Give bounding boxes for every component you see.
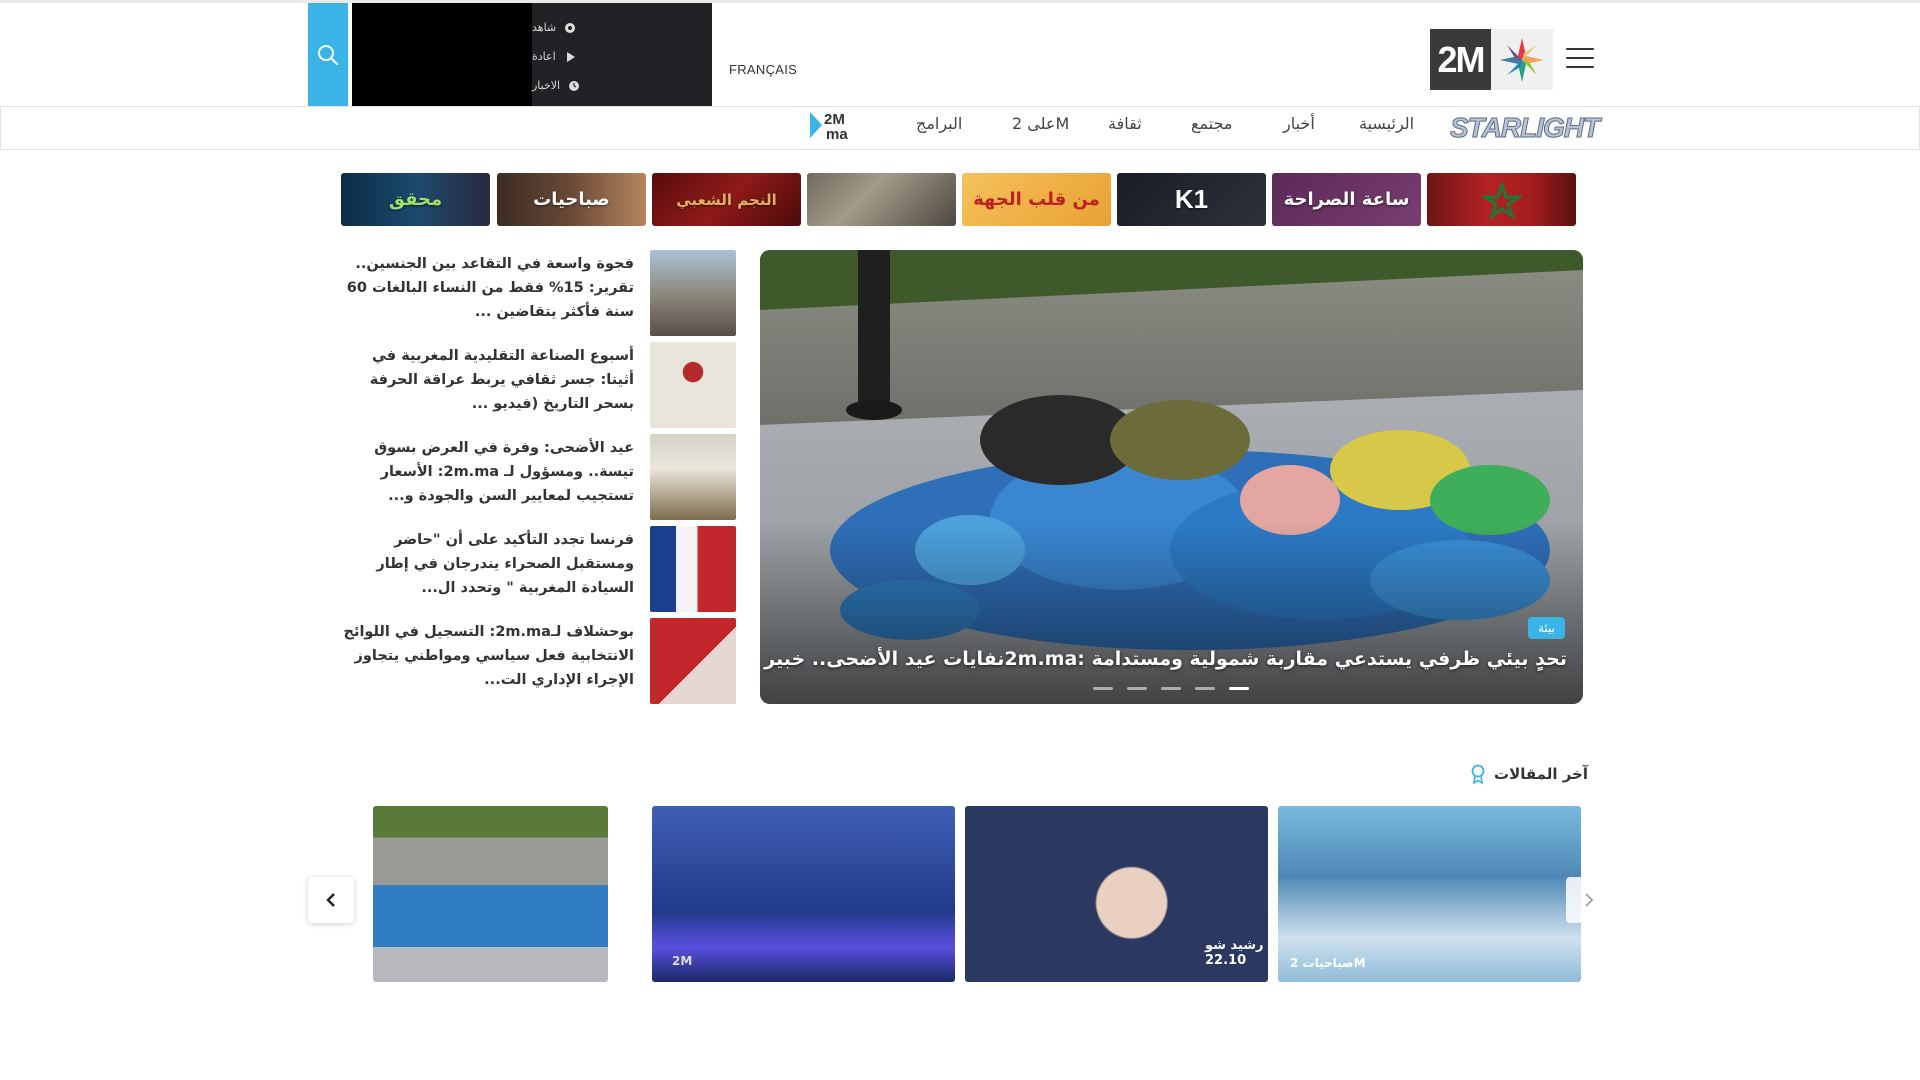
slider-dot[interactable] <box>1127 687 1147 690</box>
program-thumb-min-qalb[interactable]: من قلب الجهة <box>962 173 1111 226</box>
program-thumb-mohaqqiq[interactable]: محقق <box>341 173 490 226</box>
language-link[interactable]: FRANÇAIS <box>729 62 797 77</box>
slider-dot[interactable] <box>1093 687 1113 690</box>
nav-item-culture[interactable]: ثقافة <box>1108 114 1142 133</box>
nav-item-society[interactable]: مجتمع <box>1191 114 1233 133</box>
hero-slider[interactable]: بيئة تحدٍ بيئي ظرفي يستدعي مقاربة شمولية… <box>760 250 1583 704</box>
news-title: عيد الأضحى: وفرة في العرض بسوق تيسة.. وم… <box>374 440 634 504</box>
list-item[interactable]: أسبوع الصناعة التقليدية المغربية في أثين… <box>340 342 736 428</box>
article-card[interactable]: 2M <box>652 806 955 982</box>
card-overlay-text: رشيد شو 22.10 <box>1205 938 1264 968</box>
program-thumb-flag[interactable] <box>1427 173 1576 226</box>
player-menu-label: الاخبار <box>532 79 561 92</box>
news-title: بوحشلاف لـ2m.ma: التسجيل في اللوائح الان… <box>343 624 634 688</box>
news-thumbnail <box>650 342 736 428</box>
latest-articles-header: آخر المقالات <box>1470 764 1588 784</box>
search-button[interactable] <box>308 3 348 106</box>
nav-item-programs[interactable]: البرامج <box>916 114 962 133</box>
clock-icon <box>568 80 580 92</box>
site-logo[interactable]: 2M <box>1430 29 1553 90</box>
program-thumb-najm-shaabi[interactable]: النجم الشعبي <box>652 173 801 226</box>
article-card[interactable] <box>373 806 608 982</box>
search-icon <box>318 44 338 65</box>
chevron-left-icon <box>326 893 335 907</box>
chevron-right-icon <box>1585 893 1594 907</box>
slider-dot[interactable] <box>1195 687 1215 690</box>
hero-image <box>760 250 1583 704</box>
card-overlay-text: صباحيات 2M <box>1290 956 1366 970</box>
carousel-prev-button[interactable] <box>308 877 354 923</box>
player-menu-label: اعادة <box>532 50 556 63</box>
player-menu-watch[interactable]: شاهد <box>532 13 712 42</box>
program-thumb-street[interactable] <box>807 173 956 226</box>
news-thumbnail <box>650 526 736 612</box>
section-title: آخر المقالات <box>1494 765 1589 783</box>
nav-item-news[interactable]: أخبار <box>1283 114 1315 133</box>
list-item[interactable]: بوحشلاف لـ2m.ma: التسجيل في اللوائح الان… <box>340 618 736 704</box>
program-thumb-saat-sarah[interactable]: ساعة الصراحة <box>1272 173 1421 226</box>
news-title: فرنسا تجدد التأكيد على أن "حاضر ومستقبل … <box>376 532 634 596</box>
partner-2m-ma-logo[interactable]: 2M ma <box>808 108 878 143</box>
list-item[interactable]: فرنسا تجدد التأكيد على أن "حاضر ومستقبل … <box>340 526 736 612</box>
news-title: فجوة واسعة في التقاعد بين الجنسين.. تقري… <box>346 256 634 320</box>
news-thumbnail <box>650 618 736 704</box>
player-menu-replay[interactable]: اعادة <box>532 42 712 71</box>
program-thumb-k1[interactable]: K1 <box>1117 173 1266 226</box>
player-menu-news[interactable]: الاخبار <box>532 71 712 100</box>
card-overlay-text: 2M <box>672 954 693 968</box>
article-card[interactable]: صباحيات 2M <box>1278 806 1581 982</box>
article-card[interactable]: رشيد شو 22.10 <box>965 806 1268 982</box>
carousel-next-button[interactable] <box>1566 877 1612 923</box>
slider-dot[interactable] <box>1161 687 1181 690</box>
morocco-star-icon <box>1481 179 1522 220</box>
hero-title[interactable]: تحدٍ بيئي ظرفي يستدعي مقاربة شمولية ومست… <box>760 648 1567 670</box>
slider-dots <box>1093 687 1249 690</box>
svg-text:ma: ma <box>826 126 848 142</box>
menu-hamburger-icon[interactable] <box>1566 48 1594 70</box>
news-thumbnail <box>650 434 736 520</box>
play-icon <box>564 51 576 63</box>
program-thumb-sabahiyat[interactable]: صباحيات <box>497 173 646 226</box>
award-icon <box>1471 764 1485 784</box>
nav-item-home[interactable]: الرئيسية <box>1359 114 1414 133</box>
starlight-logo[interactable]: STARLIGHT <box>1450 112 1608 143</box>
star-logo-icon <box>1491 29 1553 90</box>
news-title: أسبوع الصناعة التقليدية المغربية في أثين… <box>369 348 634 412</box>
record-icon <box>564 22 576 34</box>
player-menu: شاهد اعادة الاخبار <box>532 3 712 106</box>
list-item[interactable]: عيد الأضحى: وفرة في العرض بسوق تيسة.. وم… <box>340 434 736 520</box>
nav-item-about-2m[interactable]: على 2M <box>1012 114 1069 133</box>
top-border <box>0 0 1920 3</box>
news-thumbnail <box>650 250 736 336</box>
logo-2m: 2M <box>1430 29 1491 90</box>
hero-category-badge[interactable]: بيئة <box>1527 617 1565 639</box>
player-menu-label: شاهد <box>532 21 557 34</box>
list-item[interactable]: فجوة واسعة في التقاعد بين الجنسين.. تقري… <box>340 250 736 336</box>
slider-dot-active[interactable] <box>1229 687 1249 690</box>
